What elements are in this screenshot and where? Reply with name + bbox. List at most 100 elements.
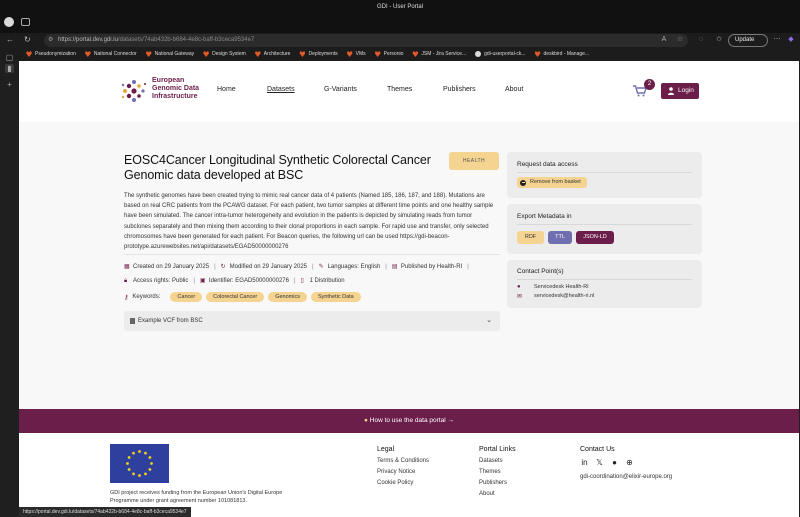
menu-dots-icon[interactable]: ⋯ xyxy=(773,36,781,44)
export-metadata-card: Export Metadata in RDF TTL JSON-LD xyxy=(507,204,702,254)
bookmark-favicon-icon xyxy=(254,51,261,57)
bookmark-star-icon[interactable]: ☆ xyxy=(676,36,684,44)
nav-home[interactable]: Home xyxy=(217,86,236,93)
request-access-title: Request data access xyxy=(517,161,578,168)
bookmark-item[interactable]: Deployments xyxy=(299,51,338,57)
dataset-title: EOSC4Cancer Longitudinal Synthetic Color… xyxy=(124,153,431,182)
eu-star xyxy=(150,462,153,465)
status-bar-url: https://portal.dev.gdi.lu/datasets/74ab4… xyxy=(19,507,191,517)
bookmark-label: JSM - Jira Service... xyxy=(421,51,467,57)
profile-avatar[interactable] xyxy=(4,17,14,27)
keyword-chip[interactable]: Genomics xyxy=(268,292,307,302)
nav-publishers[interactable]: Publishers xyxy=(443,86,476,93)
eu-star xyxy=(148,468,152,471)
add-tab-icon[interactable]: + xyxy=(5,80,14,89)
footer-themes-link[interactable]: Themes xyxy=(479,469,516,475)
lock-icon: 🔒︎ xyxy=(124,278,128,284)
bookmark-item[interactable]: Architecture xyxy=(254,51,291,57)
bookmark-item[interactable]: National Gateway xyxy=(145,51,194,57)
github-icon xyxy=(475,51,482,57)
funding-text: GDI project receives funding from the Eu… xyxy=(110,490,283,504)
social-links: in 𝕏 ● ⊕ xyxy=(580,458,634,467)
bookmark-item[interactable]: Design System xyxy=(203,51,246,57)
nav-about[interactable]: About xyxy=(505,86,523,93)
eu-star xyxy=(138,474,141,477)
bookmark-item[interactable]: Pseudonymization xyxy=(26,51,76,57)
theme-badge[interactable]: HEALTH xyxy=(449,152,499,170)
bookmark-favicon-icon xyxy=(412,51,419,57)
nav-g-variants[interactable]: G-Variants xyxy=(324,86,357,93)
card-divider xyxy=(517,279,692,280)
bookmark-item[interactable]: VMs xyxy=(346,51,366,57)
gdi-logo-icon[interactable] xyxy=(119,76,149,106)
extensions-icon[interactable]: ◌ xyxy=(697,36,705,44)
footer-about-link[interactable]: About xyxy=(479,491,516,497)
chevron-down-icon[interactable]: ⌄ xyxy=(486,311,492,331)
globe-icon[interactable]: ⊕ xyxy=(625,458,634,467)
export-jsonld-button[interactable]: JSON-LD xyxy=(576,231,614,244)
bookmark-favicon-icon xyxy=(299,51,306,57)
sidebar-panel-icon[interactable]: ▮ xyxy=(5,64,14,73)
bookmark-label: Design System xyxy=(212,51,246,57)
export-rdf-button[interactable]: RDF xyxy=(517,231,544,244)
bookmark-item[interactable]: Personio xyxy=(374,51,403,57)
how-to-use-banner[interactable]: ● How to use the data portal → xyxy=(19,409,799,433)
github-icon[interactable]: ● xyxy=(610,458,619,467)
remove-from-basket-button[interactable]: Remove from basket xyxy=(517,177,587,188)
contact-email[interactable]: ✉ servicedesk@health-ri.nl xyxy=(517,293,594,300)
update-button[interactable]: Update xyxy=(728,34,768,47)
bookmark-label: Architecture xyxy=(263,51,291,57)
linkedin-icon[interactable]: in xyxy=(580,458,589,467)
eu-star xyxy=(127,468,131,471)
keywords-label: Keywords: xyxy=(132,294,161,300)
bookmark-item[interactable]: gdi-userportal-ck... xyxy=(475,51,526,57)
tab-overview-icon[interactable] xyxy=(21,18,30,26)
portal-links-title: Portal Links xyxy=(479,446,516,453)
nav-datasets[interactable]: Datasets xyxy=(267,86,295,93)
contact-us-column: Contact Us xyxy=(580,446,615,458)
bookmark-favicon-icon xyxy=(203,51,210,57)
distributions: 1 Distribution xyxy=(309,278,345,284)
bookmark-item[interactable]: deskbird - Manage... xyxy=(534,51,589,57)
footer-contact-email[interactable]: gdi-coordination@elixir-europe.org xyxy=(580,474,672,480)
bookmark-label: gdi-userportal-ck... xyxy=(484,51,526,57)
back-icon[interactable]: ← xyxy=(6,35,14,45)
export-title: Export Metadata in xyxy=(517,213,572,220)
eu-star xyxy=(148,456,152,459)
site-header: European Genomic Data Infrastructure Hom… xyxy=(19,61,799,122)
bookmark-favicon-icon xyxy=(534,51,541,57)
keyword-chip[interactable]: Colorectal Cancer xyxy=(206,292,265,302)
bookmark-favicon-icon xyxy=(145,51,152,57)
reader-icon[interactable]: A xyxy=(660,36,668,44)
terms-link[interactable]: Terms & Conditions xyxy=(377,458,429,464)
cart-count-badge[interactable]: 2 xyxy=(644,79,655,90)
created-date: Created on 29 January 2025 xyxy=(133,264,210,270)
eu-star xyxy=(138,450,141,453)
footer-publishers-link[interactable]: Publishers xyxy=(479,480,516,486)
address-bar[interactable]: ⚙ https://portal.dev.gdi.lu/datasets/74a… xyxy=(44,34,688,47)
dataset-description: The synthetic genomes have been created … xyxy=(124,193,494,251)
keyword-chip[interactable]: Synthetic Data xyxy=(310,292,361,302)
copilot-icon[interactable]: ◆ xyxy=(787,36,795,44)
eu-star xyxy=(132,472,135,476)
language-icon: ✎ xyxy=(318,264,324,270)
x-icon[interactable]: 𝕏 xyxy=(595,458,604,467)
distribution-accordion[interactable]: Example VCF from BSC ⌄ xyxy=(124,311,500,331)
site-info-icon[interactable]: ⚙ xyxy=(48,34,53,47)
cookie-link[interactable]: Cookie Policy xyxy=(377,480,429,486)
privacy-link[interactable]: Privacy Notice xyxy=(377,469,429,475)
bookmark-item[interactable]: JSM - Jira Service... xyxy=(412,51,466,57)
footer-datasets-link[interactable]: Datasets xyxy=(479,458,516,464)
keyword-chip[interactable]: Cancer xyxy=(170,292,203,302)
nav-themes[interactable]: Themes xyxy=(387,86,412,93)
bookmark-item[interactable]: National Connector xyxy=(84,51,137,57)
url-path: /datasets/74ab432b-b684-4e8c-baff-b3ceca… xyxy=(117,37,255,43)
reload-icon[interactable]: ↻ xyxy=(24,35,31,45)
favorites-icon[interactable]: ✩ xyxy=(715,36,723,44)
login-button[interactable]: Login xyxy=(661,83,699,99)
sidebar-toggle-icon[interactable]: ▢ xyxy=(5,53,14,62)
bookmark-favicon-icon xyxy=(346,51,353,57)
access-rights: Access rights: Public xyxy=(133,278,189,284)
eu-star xyxy=(144,472,147,476)
export-ttl-button[interactable]: TTL xyxy=(548,231,572,244)
